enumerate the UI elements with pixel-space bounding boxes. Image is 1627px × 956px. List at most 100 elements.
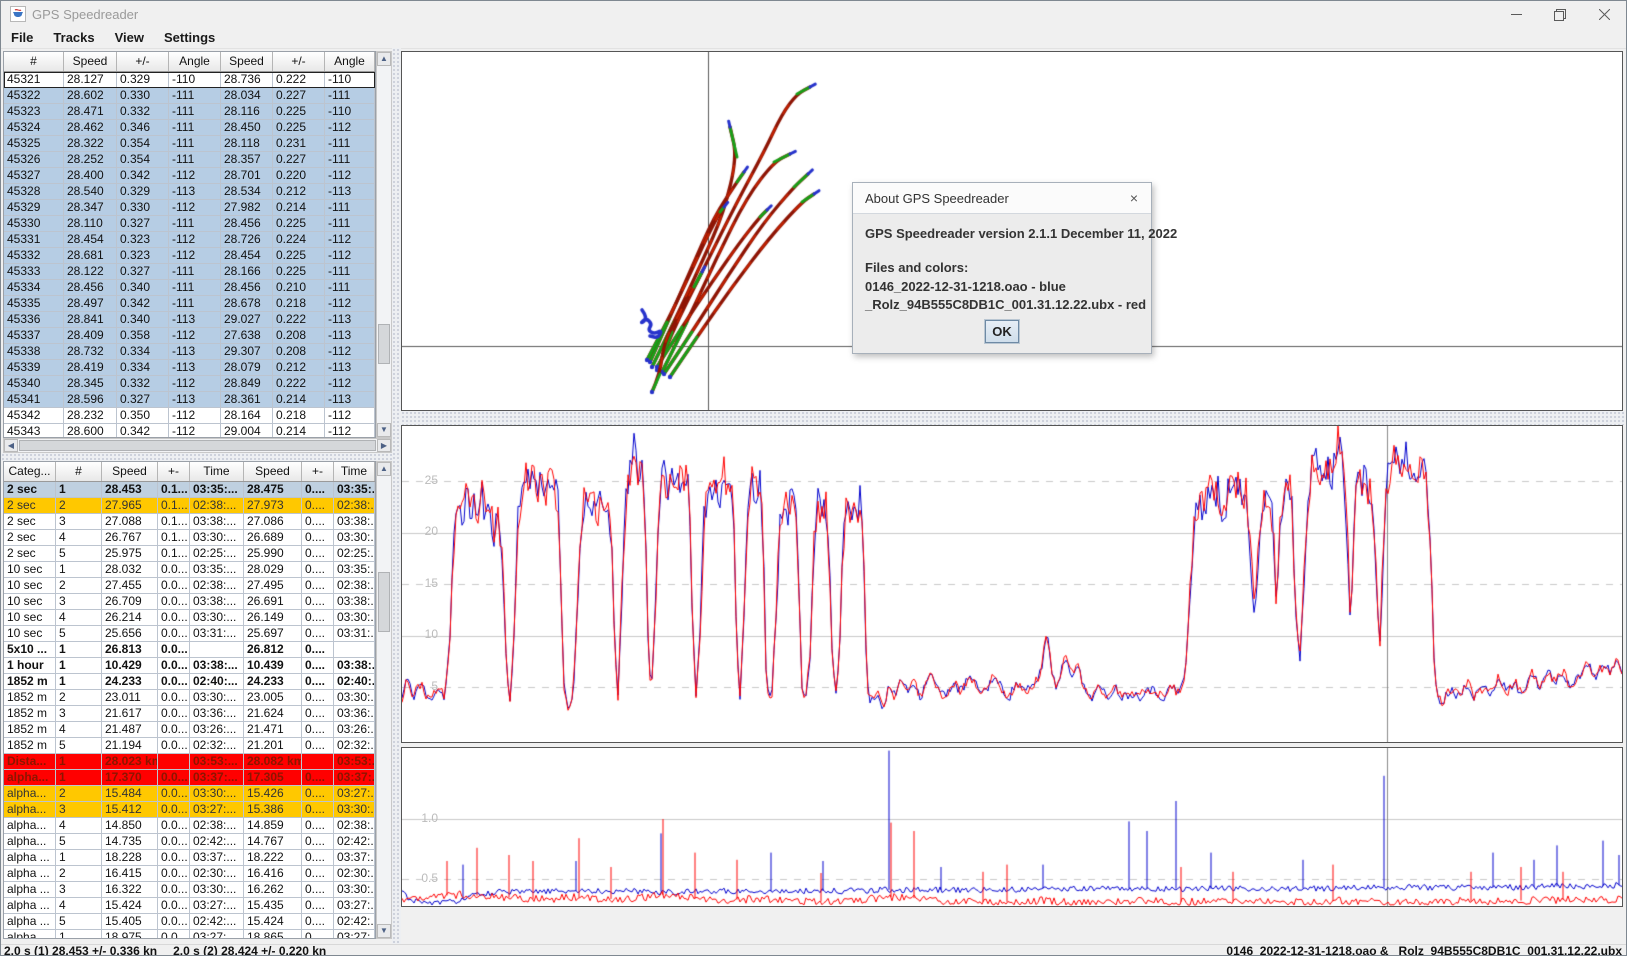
column-header[interactable]: +/- [273,52,325,71]
table-row[interactable]: alpha...315.4120.0...03:27:...15.3860...… [4,802,375,818]
table-row[interactable]: 4532628.2520.354-11128.3570.227-111 [4,152,375,168]
column-header[interactable]: Angle [325,52,375,71]
table-row[interactable]: Dista...128.023 km03:53:...28.082 km03:5… [4,754,375,770]
table-row[interactable]: 2 sec128.4530.1...03:35:...28.4750....03… [4,482,375,498]
table-row[interactable]: 4533628.8410.340-11329.0270.222-113 [4,312,375,328]
about-dialog-title: About GPS Speedreader [865,191,1009,206]
points-table-horizontal-scrollbar[interactable]: ◀ ▶ [3,438,392,453]
table-row[interactable]: 4533228.6810.323-11228.4540.225-112 [4,248,375,264]
points-table-vertical-scrollbar[interactable]: ▲ ▼ [376,51,392,438]
table-row[interactable]: 4533828.7320.334-11329.3070.208-112 [4,344,375,360]
table-row[interactable]: alpha ...216.4150.0...02:30:...16.4160..… [4,866,375,882]
minimize-button[interactable] [1494,1,1538,28]
column-header[interactable]: Categ... [4,462,56,481]
table-row[interactable]: 4533428.4560.340-11128.4560.210-111 [4,280,375,296]
menu-item-tracks[interactable]: Tracks [43,28,104,48]
table-row[interactable]: 4533728.4090.358-11227.6380.208-113 [4,328,375,344]
error-chart-canvas[interactable] [402,748,1622,906]
table-row[interactable]: 4533928.4190.334-11328.0790.212-113 [4,360,375,376]
column-header[interactable]: # [56,462,102,481]
table-row[interactable]: 10 sec426.2140.0...03:30:...26.1490....0… [4,610,375,626]
table-row[interactable]: alpha...215.4840.0...03:30:...15.4260...… [4,786,375,802]
table-row[interactable]: alpha...117.3700.0...03:37:...17.3050...… [4,770,375,786]
table-row[interactable]: alpha ...118.9750.0...03:27:...18.8650..… [4,930,375,939]
column-header[interactable]: Speed [102,462,158,481]
menu-item-settings[interactable]: Settings [154,28,225,48]
table-row[interactable]: alpha...514.7350.0...02:42:...14.7670...… [4,834,375,850]
scroll-left-button[interactable]: ◀ [4,439,18,452]
table-row[interactable]: 4532328.4710.332-11128.1160.225-110 [4,104,375,120]
table-row[interactable]: 10 sec326.7090.0...03:38:...26.6910....0… [4,594,375,610]
table-row[interactable]: 4534328.6000.342-11229.0040.214-112 [4,424,375,438]
vertical-splitter[interactable] [392,48,401,944]
column-header[interactable]: Speed [244,462,302,481]
menu-item-view[interactable]: View [105,28,154,48]
column-header[interactable]: +- [302,462,334,481]
table-row[interactable]: 1852 m421.4870.0...03:26:...21.4710....0… [4,722,375,738]
close-button[interactable] [1582,1,1626,28]
column-header[interactable]: Time [190,462,244,481]
table-row[interactable]: 4533028.1100.327-11128.4560.225-111 [4,216,375,232]
menu-item-file[interactable]: File [1,28,43,48]
table-row[interactable]: 4533128.4540.323-11228.7260.224-112 [4,232,375,248]
column-header[interactable]: Angle [169,52,221,71]
horizontal-splitter-tables[interactable] [1,453,392,461]
table-row[interactable]: 1852 m124.2330.0...02:40:...24.2330....0… [4,674,375,690]
table-row[interactable]: 4533328.1220.327-11128.1660.225-111 [4,264,375,280]
table-row[interactable]: 2 sec426.7670.1...03:30:...26.6890....03… [4,530,375,546]
table-row[interactable]: 4532928.3470.330-11227.9820.214-111 [4,200,375,216]
table-row[interactable]: 4533528.4970.342-11128.6780.218-112 [4,296,375,312]
scroll-up-button[interactable]: ▲ [377,52,391,66]
scroll-down-button[interactable]: ▼ [377,924,391,938]
table-row[interactable]: 2 sec327.0880.1...03:38:...27.0860....03… [4,514,375,530]
scroll-right-button[interactable]: ▶ [377,439,391,452]
column-header[interactable]: Speed [221,52,273,71]
table-row[interactable]: 4532128.1270.329-11028.7360.222-110 [4,72,375,88]
error-chart-panel: 1.00.5 [401,747,1623,907]
table-row[interactable]: 4532828.5400.329-11328.5340.212-113 [4,184,375,200]
table-row[interactable]: alpha ...415.4240.0...03:27:...15.4350..… [4,898,375,914]
y-axis-label: 10 [414,627,438,641]
table-row[interactable]: 1852 m321.6170.0...03:36:...21.6240....0… [4,706,375,722]
files-and-colors-label: Files and colors: [865,260,968,275]
table-row[interactable]: 2 sec525.9750.1...02:25:...25.9900....02… [4,546,375,562]
table-row[interactable]: 5x10 ...126.8130.0...26.8120.... [4,642,375,658]
table-row[interactable]: 4532528.3220.354-11128.1180.231-111 [4,136,375,152]
table-row[interactable]: alpha...414.8500.0...02:38:...14.8590...… [4,818,375,834]
table-row[interactable]: 4532428.4620.346-11128.4500.225-112 [4,120,375,136]
column-header[interactable]: # [4,52,64,71]
table-row[interactable]: alpha ...515.4050.0...02:42:...15.4240..… [4,914,375,930]
table-row[interactable]: 1852 m521.1940.0...02:32:...21.2010....0… [4,738,375,754]
table-row[interactable]: 4532228.6020.330-11128.0340.227-111 [4,88,375,104]
table-row[interactable]: 1 hour110.4290.0...03:38:...10.4390....0… [4,658,375,674]
table-row[interactable]: 4534028.3450.332-11228.8490.222-112 [4,376,375,392]
scroll-down-button[interactable]: ▼ [377,423,391,437]
speed-chart-canvas[interactable] [402,426,1622,742]
scrollbar-thumb[interactable] [378,324,390,364]
ok-button[interactable]: OK [985,320,1019,343]
column-header[interactable]: +- [158,462,190,481]
table-row[interactable]: 1852 m223.0110.0...03:30:...23.0050....0… [4,690,375,706]
dialog-close-icon[interactable]: × [1125,189,1143,207]
column-header[interactable]: Speed [64,52,117,71]
column-header[interactable]: Time [334,462,375,481]
column-header[interactable]: +/- [117,52,169,71]
table-row[interactable]: 2 sec227.9650.1...02:38:...27.9730....02… [4,498,375,514]
about-dialog-titlebar[interactable]: About GPS Speedreader × [853,183,1151,214]
y-axis-label: 0.5 [414,871,438,885]
scroll-up-button[interactable]: ▲ [377,462,391,476]
table-row[interactable]: alpha ...118.2280.0...03:37:...18.2220..… [4,850,375,866]
scrollbar-thumb[interactable] [378,572,390,632]
horizontal-splitter-map-chart[interactable] [401,411,1625,425]
table-row[interactable]: 4532728.4000.342-11228.7010.220-112 [4,168,375,184]
table-row[interactable]: 10 sec128.0320.0...03:35:...28.0290....0… [4,562,375,578]
results-table-vertical-scrollbar[interactable]: ▲ ▼ [376,461,392,939]
table-row[interactable]: 10 sec525.6560.0...03:31:...25.6970....0… [4,626,375,642]
restore-button[interactable] [1538,1,1582,28]
table-row[interactable]: 10 sec227.4550.0...02:38:...27.4950....0… [4,578,375,594]
table-row[interactable]: 4534228.2320.350-11228.1640.218-112 [4,408,375,424]
scrollbar-thumb[interactable] [19,440,376,451]
table-row[interactable]: 4534128.5960.327-11328.3610.214-113 [4,392,375,408]
status-loaded-files: 0146_2022-12-31-1218.oao & _Rolz_94B555C… [1226,944,1622,956]
table-row[interactable]: alpha ...316.3220.0...03:30:...16.2620..… [4,882,375,898]
